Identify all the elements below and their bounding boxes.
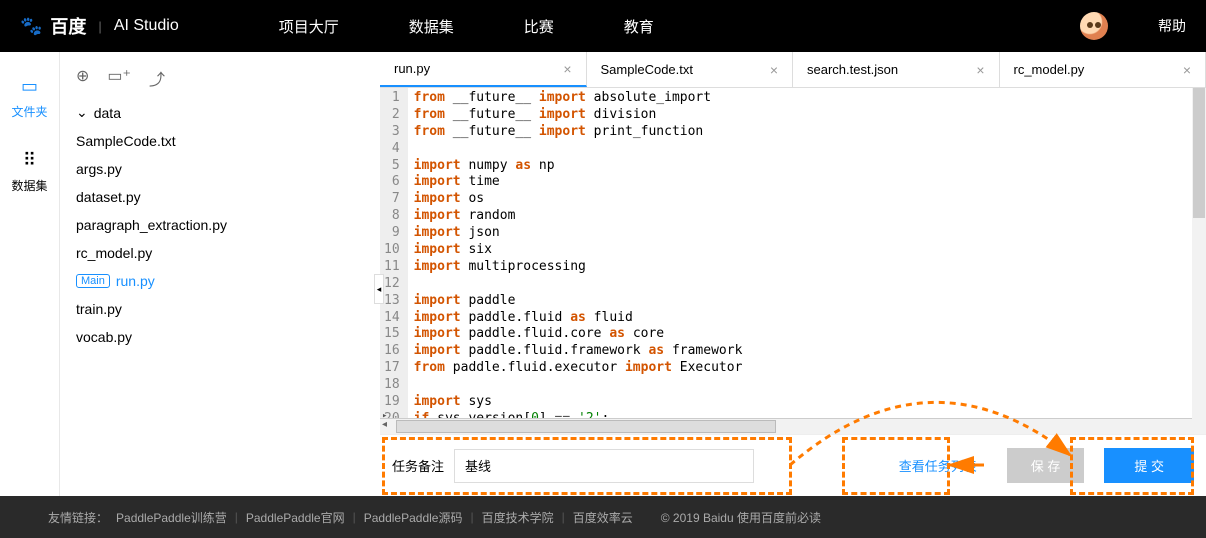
tab-rcmodel[interactable]: rc_model.py× <box>1000 52 1206 87</box>
view-tasks-link[interactable]: 查看任务列表 <box>899 456 977 475</box>
help-link[interactable]: 帮助 <box>1158 16 1186 36</box>
tab-run[interactable]: run.py× <box>380 52 587 87</box>
vertical-scrollbar[interactable] <box>1192 88 1206 432</box>
footer-label: 友情链接： <box>48 509 108 526</box>
tab-samplecode[interactable]: SampleCode.txt× <box>587 52 794 87</box>
file-samplecode[interactable]: SampleCode.txt <box>60 127 380 155</box>
file-paragraph[interactable]: paragraph_extraction.py <box>60 211 380 239</box>
nav-projects[interactable]: 项目大厅 <box>279 16 339 37</box>
horizontal-scrollbar[interactable] <box>380 418 1206 434</box>
dataset-icon: ⠿ <box>23 150 36 171</box>
rail-dataset-label: 数据集 <box>11 177 47 194</box>
baidu-paw-icon: 🐾 <box>20 16 42 37</box>
upload-icon[interactable]: ⤴ <box>149 66 165 90</box>
logo-baidu: 百度 <box>50 13 86 39</box>
file-vocab[interactable]: vocab.py <box>60 323 380 351</box>
close-icon[interactable]: × <box>770 62 778 78</box>
editor: ◂ run.py× SampleCode.txt× search.test.js… <box>380 52 1206 496</box>
logo-studio: AI Studio <box>114 17 179 35</box>
left-rail: ▭ 文件夹 ⠿ 数据集 <box>0 52 60 496</box>
close-icon[interactable]: × <box>976 62 984 78</box>
code-area[interactable]: 123456789101112131415161718192021222324 … <box>380 88 1206 418</box>
code-body[interactable]: from __future__ import absolute_importfr… <box>408 88 1206 418</box>
file-args[interactable]: args.py <box>60 155 380 183</box>
footer-link[interactable]: 百度效率云 <box>573 509 633 526</box>
nav-competitions[interactable]: 比赛 <box>524 16 554 37</box>
rail-dataset[interactable]: ⠿ 数据集 <box>11 150 47 194</box>
nav: 项目大厅 数据集 比赛 教育 <box>279 16 1080 37</box>
folder-data[interactable]: ⌄ data <box>60 98 380 127</box>
bottom-bar: 任务备注 查看任务列表 保 存 提 交 <box>380 434 1206 496</box>
file-dataset[interactable]: dataset.py <box>60 183 380 211</box>
submit-button[interactable]: 提 交 <box>1104 448 1194 483</box>
file-tree: ⊕ ▭⁺ ⤴ ⌄ data SampleCode.txt args.py dat… <box>60 52 380 496</box>
main-badge: Main <box>76 274 110 288</box>
footer-link[interactable]: 百度技术学院 <box>482 509 554 526</box>
new-file-icon[interactable]: ⊕ <box>76 66 89 90</box>
rail-files-label: 文件夹 <box>11 103 47 120</box>
close-icon[interactable]: × <box>563 61 571 77</box>
scrollbar-thumb[interactable] <box>1193 88 1205 218</box>
collapse-sidebar-handle[interactable]: ◂ <box>374 274 384 304</box>
remark-input[interactable] <box>454 449 754 483</box>
scrollbar-thumb[interactable] <box>396 420 776 433</box>
gutter: 123456789101112131415161718192021222324 <box>380 88 408 418</box>
rail-files[interactable]: ▭ 文件夹 <box>11 76 47 120</box>
avatar[interactable] <box>1080 12 1108 40</box>
file-run[interactable]: Main run.py <box>60 267 380 295</box>
nav-education[interactable]: 教育 <box>624 16 654 37</box>
new-folder-icon[interactable]: ▭⁺ <box>107 66 131 90</box>
chevron-down-icon: ⌄ <box>76 104 88 121</box>
folder-icon: ▭ <box>21 76 38 97</box>
logo[interactable]: 🐾 百度 | AI Studio <box>20 13 179 39</box>
logo-divider: | <box>98 19 101 34</box>
footer-link[interactable]: PaddlePaddle源码 <box>364 509 463 526</box>
footer-copyright: © 2019 Baidu 使用百度前必读 <box>661 509 821 526</box>
file-toolbar: ⊕ ▭⁺ ⤴ <box>60 62 380 98</box>
save-button[interactable]: 保 存 <box>1007 448 1085 483</box>
folder-label: data <box>94 105 121 121</box>
main: ▭ 文件夹 ⠿ 数据集 ⊕ ▭⁺ ⤴ ⌄ data SampleCode.txt… <box>0 52 1206 496</box>
top-bar: 🐾 百度 | AI Studio 项目大厅 数据集 比赛 教育 帮助 <box>0 0 1206 52</box>
remark-label: 任务备注 <box>392 456 444 475</box>
file-train[interactable]: train.py <box>60 295 380 323</box>
footer: 友情链接： PaddlePaddle训练营| PaddlePaddle官网| P… <box>0 496 1206 538</box>
remark-zone: 任务备注 <box>392 449 754 483</box>
footer-link[interactable]: PaddlePaddle官网 <box>246 509 345 526</box>
footer-link[interactable]: PaddlePaddle训练营 <box>116 509 227 526</box>
nav-datasets[interactable]: 数据集 <box>409 16 454 37</box>
close-icon[interactable]: × <box>1183 62 1191 78</box>
editor-tabs: run.py× SampleCode.txt× search.test.json… <box>380 52 1206 88</box>
tab-search[interactable]: search.test.json× <box>793 52 1000 87</box>
file-rcmodel[interactable]: rc_model.py <box>60 239 380 267</box>
